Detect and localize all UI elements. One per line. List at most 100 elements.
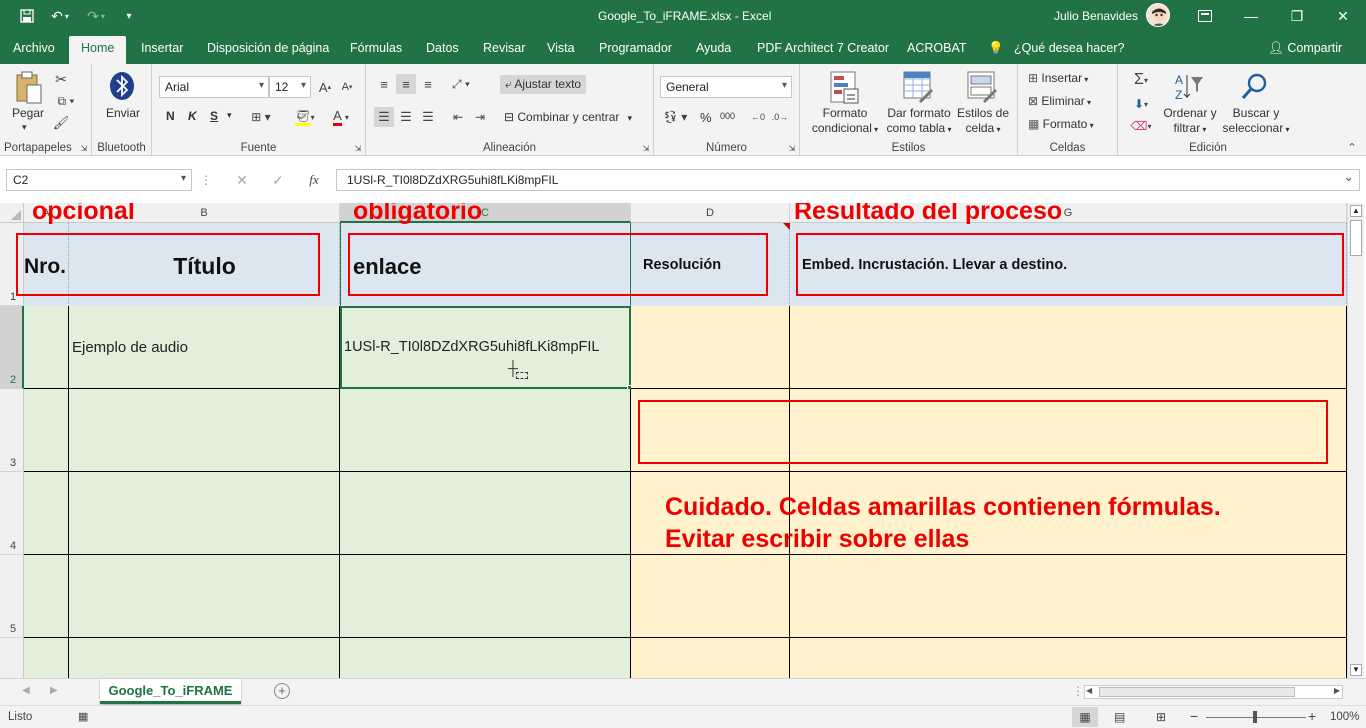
number-format-select[interactable]: General [660, 76, 792, 98]
tab-archivo[interactable]: Archivo [13, 41, 55, 55]
tab-disposicion[interactable]: Disposición de página [207, 41, 329, 55]
tab-home[interactable]: Home [69, 36, 127, 64]
zoom-level[interactable]: 100% [1330, 711, 1359, 723]
sort-filter-icon[interactable]: AZ [1172, 70, 1206, 104]
italic-button[interactable]: K [188, 109, 197, 123]
row-header-4[interactable]: 4 [0, 472, 24, 555]
tab-pdf-architect[interactable]: PDF Architect 7 Creator [757, 41, 889, 55]
cell-b3[interactable] [69, 389, 340, 472]
format-cells-button[interactable]: ▦ Formato ▾ [1028, 117, 1094, 131]
font-color-icon[interactable]: A ▾ [326, 108, 356, 126]
formula-input[interactable]: 1USl-R_TI0l8DZdXRG5uhi8fLKi8mpFIL [336, 169, 1360, 191]
restore-icon[interactable]: ❐ [1274, 0, 1320, 32]
format-painter-icon[interactable]: 🖌︎ [52, 114, 70, 132]
alignment-launcher-icon[interactable]: ⇲ [641, 143, 651, 153]
cell-c6[interactable] [340, 638, 631, 678]
enter-icon[interactable]: ✓ [266, 171, 290, 189]
wrap-text-button[interactable]: ⤶ Ajustar texto [500, 75, 587, 94]
tab-programador[interactable]: Programador [599, 41, 672, 55]
tell-me-search[interactable]: ¿Qué desea hacer? [1014, 41, 1125, 55]
comment-indicator[interactable] [783, 223, 790, 230]
scroll-down-icon[interactable]: ▼ [1350, 664, 1362, 676]
underline-dropdown-icon[interactable]: ▾ [227, 110, 232, 121]
cell-e2[interactable] [790, 306, 1347, 389]
decrease-indent-icon[interactable]: ⇤ [448, 107, 468, 127]
bluetooth-icon[interactable] [108, 71, 136, 101]
zoom-slider-thumb[interactable] [1253, 711, 1257, 723]
number-launcher-icon[interactable]: ⇲ [787, 143, 797, 153]
tab-ayuda[interactable]: Ayuda [696, 41, 731, 55]
paste-icon[interactable] [14, 70, 44, 106]
collapse-ribbon-icon[interactable]: ⌃ [1344, 140, 1360, 154]
insert-function-icon[interactable]: fx [302, 171, 326, 189]
customize-qat-icon[interactable]: ▾ [116, 3, 142, 29]
autosum-icon[interactable]: Σ ▾ [1126, 70, 1156, 90]
ribbon-display-options-icon[interactable] [1182, 0, 1228, 32]
percent-button[interactable]: % [700, 110, 712, 125]
cell-d5[interactable] [631, 555, 790, 638]
cell-d6[interactable] [631, 638, 790, 678]
font-family-select[interactable]: Arial [159, 76, 269, 98]
cell-c4[interactable] [340, 472, 631, 555]
cell-c3[interactable] [340, 389, 631, 472]
zoom-out-icon[interactable]: − [1190, 708, 1198, 724]
paste-button[interactable]: Pegar [12, 106, 44, 121]
scroll-right-icon[interactable]: ▶ [1334, 686, 1340, 695]
clear-icon[interactable]: ⌫ ▾ [1126, 116, 1156, 136]
normal-view-icon[interactable]: ▦ [1072, 707, 1098, 727]
vertical-scrollbar[interactable]: ▲ ▼ [1347, 203, 1364, 678]
cell-c5[interactable] [340, 555, 631, 638]
find-select-icon[interactable] [1238, 70, 1272, 104]
save-icon[interactable] [14, 3, 40, 29]
tab-revisar[interactable]: Revisar [483, 41, 525, 55]
scroll-left-icon[interactable]: ◀ [1086, 686, 1092, 695]
fill-color-icon[interactable]: 🪣︎ ▾ [290, 108, 320, 126]
paste-dropdown-icon[interactable]: ▾ [22, 120, 27, 135]
increase-indent-icon[interactable]: ⇥ [470, 107, 490, 127]
cell-e5[interactable] [790, 555, 1347, 638]
share-button[interactable]: 👤︎ Compartir [1268, 41, 1342, 56]
name-box[interactable]: C2 [6, 169, 192, 191]
vertical-scroll-thumb[interactable] [1350, 220, 1362, 256]
cell-styles-icon[interactable] [966, 70, 1000, 106]
horizontal-scrollbar[interactable]: ◀ ▶ [1084, 685, 1343, 699]
sort-filter-button[interactable]: Ordenar y filtrar ▾ [1158, 106, 1222, 137]
column-header-d[interactable]: D [631, 203, 790, 223]
lightbulb-icon[interactable]: 💡 [988, 41, 1004, 56]
select-all-corner[interactable] [0, 203, 24, 223]
tab-formulas[interactable]: Fórmulas [350, 41, 402, 55]
page-break-view-icon[interactable]: ⊞ [1156, 710, 1166, 724]
row-header-5[interactable]: 5 [0, 555, 24, 638]
decrease-font-icon[interactable]: A ▾ [338, 78, 356, 96]
minimize-icon[interactable]: — [1228, 0, 1274, 32]
copy-icon[interactable]: ⧉ ▾ [52, 92, 80, 110]
tab-vista[interactable]: Vista [547, 41, 575, 55]
cut-icon[interactable]: ✂ [52, 70, 70, 88]
send-button[interactable]: Enviar [106, 106, 140, 121]
macro-record-icon[interactable]: ▦ [78, 710, 88, 723]
font-size-select[interactable]: 12 [269, 76, 311, 98]
orientation-icon[interactable]: ⤢ ▾ [446, 74, 476, 94]
cell-d2[interactable] [631, 306, 790, 389]
redo-icon[interactable]: ↷ ▾ [80, 3, 112, 29]
delete-cells-button[interactable]: ⊠ Eliminar ▾ [1028, 94, 1091, 108]
scroll-sheets-left-icon[interactable]: ◀ [22, 685, 30, 696]
page-layout-view-icon[interactable]: ▤ [1114, 710, 1125, 724]
cell-styles-button[interactable]: Estilos de celda ▾ [950, 106, 1016, 137]
fill-icon[interactable]: ⬇ ▾ [1126, 94, 1156, 114]
font-launcher-icon[interactable]: ⇲ [353, 143, 363, 153]
align-middle-icon[interactable]: ≡ [396, 74, 416, 94]
undo-icon[interactable]: ↶ ▾ [44, 3, 76, 29]
find-select-button[interactable]: Buscar y seleccionar ▾ [1218, 106, 1294, 137]
align-right-icon[interactable]: ☰ [418, 107, 438, 127]
tab-acrobat[interactable]: ACROBAT [907, 41, 967, 55]
cell-b6[interactable] [69, 638, 340, 678]
sheet-tab-google-to-iframe[interactable]: Google_To_iFRAME [100, 679, 241, 704]
scroll-up-icon[interactable]: ▲ [1350, 205, 1362, 217]
conditional-format-button[interactable]: Formato condicional ▾ [810, 106, 880, 137]
cell-e6[interactable] [790, 638, 1347, 678]
conditional-format-icon[interactable] [828, 70, 862, 106]
zoom-in-icon[interactable]: + [1308, 708, 1316, 724]
row-header-2[interactable]: 2 [0, 306, 24, 389]
borders-icon[interactable]: ⊞ ▾ [248, 108, 274, 126]
